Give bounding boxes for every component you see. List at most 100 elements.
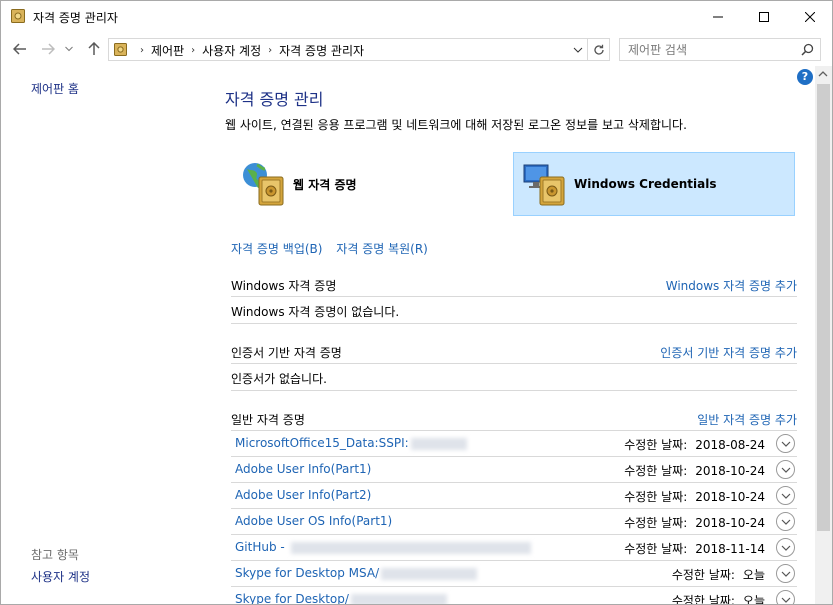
forward-arrow-icon: [42, 43, 55, 55]
restore-credentials-link[interactable]: 자격 증명 복원(R): [336, 242, 428, 256]
chevron-down-icon: [781, 493, 790, 499]
search-box[interactable]: [619, 38, 821, 61]
search-input[interactable]: [628, 41, 793, 58]
breadcrumb-item-control-panel[interactable]: 제어판: [151, 42, 184, 59]
modified-date: 수정한 날짜: 오늘: [671, 568, 765, 582]
credential-name[interactable]: Adobe User Info(Part1): [235, 462, 371, 476]
chevron-down-icon: [781, 545, 790, 551]
user-accounts-link[interactable]: 사용자 계정: [31, 568, 90, 585]
expand-button[interactable]: [776, 434, 795, 453]
chevron-down-icon: [781, 441, 790, 447]
add-generic-credential-link[interactable]: 일반 자격 증명 추가: [697, 411, 797, 428]
web-vault-icon: [239, 159, 289, 209]
certificate-credentials-section: 인증서 기반 자격 증명 인증서 기반 자격 증명 추가 인증서가 없습니다.: [231, 340, 797, 391]
scrollbar-thumb[interactable]: [817, 84, 830, 531]
windows-credentials-tab[interactable]: Windows Credentials: [513, 152, 795, 216]
section-title: 인증서 기반 자격 증명: [231, 346, 342, 360]
breadcrumb-item-user-accounts[interactable]: 사용자 계정: [202, 42, 261, 59]
see-also-label: 참고 항목: [31, 548, 79, 562]
up-button[interactable]: [85, 40, 103, 58]
breadcrumb: › 제어판 › 사용자 계정 › 자격 증명 관리자: [133, 42, 364, 59]
control-panel-home-link[interactable]: 제어판 홈: [31, 80, 79, 97]
back-button[interactable]: [11, 40, 29, 58]
chevron-down-icon: [781, 467, 790, 473]
redacted-text: [410, 437, 467, 450]
search-icon: [801, 43, 814, 56]
forward-button[interactable]: [39, 40, 57, 58]
credential-row[interactable]: GitHub - 수정한 날짜: 2018-11-14: [231, 535, 797, 561]
scroll-up-icon[interactable]: [818, 70, 828, 78]
expand-button[interactable]: [776, 460, 795, 479]
add-certificate-credential-link[interactable]: 인증서 기반 자격 증명 추가: [660, 344, 797, 361]
empty-message: Windows 자격 증명이 없습니다.: [231, 297, 797, 324]
navigation-bar: › 제어판 › 사용자 계정 › 자격 증명 관리자: [1, 32, 832, 66]
expand-button[interactable]: [776, 564, 795, 583]
credential-name[interactable]: Adobe User Info(Part2): [235, 488, 371, 502]
address-dropdown-icon[interactable]: [572, 43, 584, 56]
windows-credentials-section: Windows 자격 증명 Windows 자격 증명 추가 Windows 자…: [231, 273, 797, 324]
breadcrumb-separator-icon[interactable]: ›: [268, 45, 272, 56]
credential-manager-icon: [11, 9, 25, 23]
web-credentials-label: 웹 자격 증명: [293, 177, 357, 192]
expand-button[interactable]: [776, 590, 795, 604]
empty-message-text: 인증서가 없습니다.: [231, 372, 327, 386]
expand-button[interactable]: [776, 538, 795, 557]
windows-credentials-label: Windows Credentials: [574, 177, 717, 191]
credential-row[interactable]: Adobe User Info(Part2) 수정한 날짜: 2018-10-24: [231, 483, 797, 509]
credential-name[interactable]: Skype for Desktop MSA/: [235, 566, 478, 580]
modified-date: 수정한 날짜: 2018-11-14: [624, 542, 765, 556]
redacted-text: [381, 567, 478, 580]
backup-credentials-link[interactable]: 자격 증명 백업(B): [231, 242, 322, 256]
credential-name[interactable]: Skype for Desktop/: [235, 592, 447, 604]
modified-date: 수정한 날짜: 2018-08-24: [624, 438, 765, 452]
chevron-down-icon: [781, 571, 790, 577]
expand-button[interactable]: [776, 486, 795, 505]
web-credentials-tab[interactable]: 웹 자격 증명: [233, 152, 503, 216]
empty-message-text: Windows 자격 증명이 없습니다.: [231, 305, 400, 319]
credential-row[interactable]: Adobe User Info(Part1) 수정한 날짜: 2018-10-24: [231, 457, 797, 483]
credential-row[interactable]: Skype for Desktop/ 수정한 날짜: 오늘: [231, 587, 797, 604]
modified-date: 수정한 날짜: 2018-10-24: [624, 516, 765, 530]
redacted-text: [350, 593, 447, 604]
help-icon[interactable]: ?: [797, 69, 813, 85]
section-header: 인증서 기반 자격 증명 인증서 기반 자격 증명 추가: [231, 340, 797, 364]
credential-row[interactable]: Skype for Desktop MSA/ 수정한 날짜: 오늘: [231, 561, 797, 587]
maximize-button[interactable]: [741, 1, 787, 32]
recent-locations-button[interactable]: [63, 40, 75, 58]
section-title: 일반 자격 증명: [231, 413, 305, 427]
credential-name[interactable]: Adobe User OS Info(Part1): [235, 514, 392, 528]
backup-restore-links: 자격 증명 백업(B) 자격 증명 복원(R): [231, 240, 438, 257]
credential-manager-window: 자격 증명 관리자 › 제어판 › 사용자 계정 › 자격 증명 관리자 제어판…: [0, 0, 833, 605]
credential-manager-icon: [114, 43, 127, 56]
windows-vault-icon: [520, 159, 570, 209]
modified-date: 수정한 날짜: 2018-10-24: [624, 464, 765, 478]
address-bar[interactable]: › 제어판 › 사용자 계정 › 자격 증명 관리자: [108, 38, 610, 61]
chevron-down-icon: [781, 519, 790, 525]
breadcrumb-separator-icon: ›: [140, 45, 144, 56]
breadcrumb-item-credential-manager[interactable]: 자격 증명 관리자: [279, 42, 364, 59]
minimize-button[interactable]: [695, 1, 741, 32]
section-header: 일반 자격 증명 일반 자격 증명 추가: [231, 407, 797, 431]
credential-row[interactable]: Adobe User OS Info(Part1) 수정한 날짜: 2018-10…: [231, 509, 797, 535]
refresh-icon: [593, 44, 604, 55]
refresh-button[interactable]: [587, 39, 609, 60]
breadcrumb-separator-icon[interactable]: ›: [191, 45, 195, 56]
page-description: 웹 사이트, 연결된 응용 프로그램 및 네트워크에 대해 저장된 로그온 정보…: [225, 118, 687, 132]
close-icon: [805, 11, 815, 22]
back-arrow-icon: [13, 43, 26, 55]
add-windows-credential-link[interactable]: Windows 자격 증명 추가: [666, 277, 797, 294]
close-button[interactable]: [787, 1, 832, 32]
credential-name[interactable]: MicrosoftOffice15_Data:SSPI:: [235, 436, 467, 450]
section-header: Windows 자격 증명 Windows 자격 증명 추가: [231, 273, 797, 297]
empty-message: 인증서가 없습니다.: [231, 364, 797, 391]
credential-name[interactable]: GitHub -: [235, 540, 531, 554]
maximize-icon: [759, 11, 769, 22]
vertical-scrollbar[interactable]: [815, 66, 832, 604]
redacted-text: [290, 541, 531, 554]
chevron-down-icon: [781, 597, 790, 603]
left-pane: 제어판 홈 참고 항목 사용자 계정: [1, 66, 206, 604]
credential-row[interactable]: MicrosoftOffice15_Data:SSPI: 수정한 날짜: 2018…: [231, 431, 797, 457]
up-arrow-icon: [88, 42, 100, 55]
expand-button[interactable]: [776, 512, 795, 531]
modified-date: 수정한 날짜: 2018-10-24: [624, 490, 765, 504]
